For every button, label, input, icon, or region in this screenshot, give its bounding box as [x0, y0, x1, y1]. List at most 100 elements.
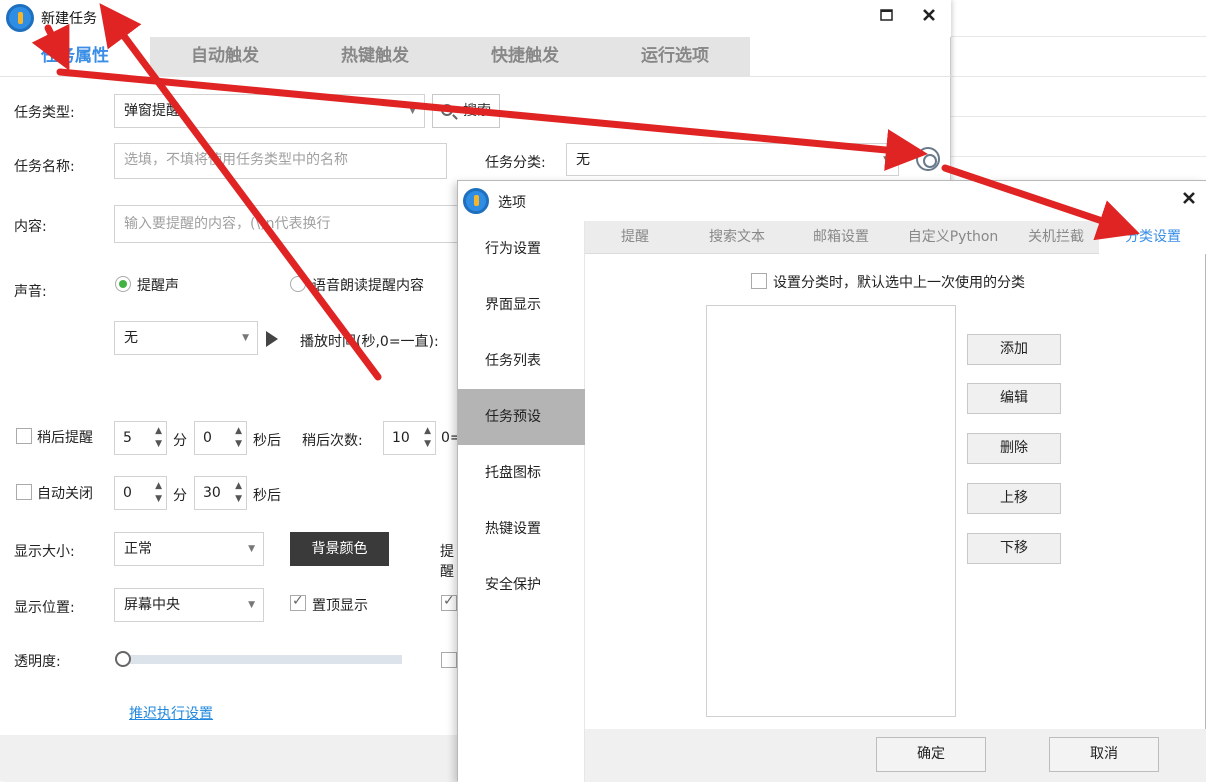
minutes-unit: 分 [173, 433, 187, 449]
display-size-select[interactable]: 正常 ▼ [114, 532, 264, 566]
category-value: 无 [576, 152, 590, 168]
snooze-seconds-stepper[interactable]: 0 ▲ ▼ [194, 421, 247, 455]
options-title: 选项 [498, 195, 526, 211]
stepper-up-icon[interactable]: ▲ [235, 426, 242, 436]
stepper-down-icon[interactable]: ▼ [424, 439, 431, 449]
title-bar: 新建任务 [0, 0, 951, 37]
sidebar-item-behavior[interactable]: 行为设置 [458, 221, 585, 277]
options-title-bar: 选项 [458, 181, 1206, 221]
sidebar-item-security[interactable]: 安全保护 [458, 557, 585, 613]
sidebar-item-task-list[interactable]: 任务列表 [458, 333, 585, 389]
snooze-count-stepper[interactable]: 10 ▲ ▼ [383, 421, 436, 455]
options-dialog: 选项 行为设置 界面显示 任务列表 任务预设 托盘图标 热键设置 安全保护 提醒… [457, 180, 1206, 782]
stepper-up-icon[interactable]: ▲ [235, 481, 242, 491]
stepper-down-icon[interactable]: ▼ [235, 439, 242, 449]
delete-button[interactable]: 删除 [967, 433, 1061, 464]
tab-category-settings[interactable]: 分类设置 [1099, 221, 1206, 254]
autoclose-minutes-stepper[interactable]: 0 ▲ ▼ [114, 476, 167, 510]
category-label: 任务分类: [485, 155, 546, 171]
autoclose-label: 自动关闭 [37, 486, 93, 502]
tab-shutdown-intercept[interactable]: 关机拦截 [1013, 221, 1099, 254]
autoclose-seconds-value: 30 [203, 485, 221, 501]
task-type-select[interactable]: 弹窗提醒 ▼ [114, 94, 425, 128]
remember-category-checkbox[interactable] [751, 273, 767, 289]
window-title: 新建任务 [41, 11, 97, 27]
display-size-label: 显示大小: [14, 544, 75, 560]
options-sidebar: 行为设置 界面显示 任务列表 任务预设 托盘图标 热键设置 安全保护 [458, 221, 585, 782]
snooze-checkbox[interactable] [16, 428, 32, 444]
tab-hotkey-trigger[interactable]: 热键触发 [300, 37, 450, 76]
sound-select[interactable]: 无 ▼ [114, 321, 258, 355]
play-icon[interactable] [266, 331, 278, 347]
search-icon [441, 104, 453, 116]
sound-label: 声音: [14, 284, 47, 300]
display-position-value: 屏幕中央 [124, 597, 180, 613]
tab-search-text[interactable]: 搜索文本 [685, 221, 789, 254]
cancel-button[interactable]: 取消 [1049, 737, 1159, 772]
topmost-label: 置顶显示 [312, 598, 368, 614]
delay-settings-link[interactable]: 推迟执行设置 [129, 703, 213, 723]
sound-option-tts-label: 语音朗读提醒内容 [312, 278, 424, 294]
tab-quick-trigger[interactable]: 快捷触发 [450, 37, 600, 76]
sound-radio-tts[interactable] [290, 276, 306, 292]
snooze-count-label: 稍后次数: [302, 433, 363, 449]
ok-button[interactable]: 确定 [876, 737, 986, 772]
chevron-down-icon: ▼ [248, 600, 255, 610]
autoclose-seconds-stepper[interactable]: 30 ▲ ▼ [194, 476, 247, 510]
opacity-slider[interactable] [115, 651, 402, 667]
sound-radio-beep[interactable] [115, 276, 131, 292]
stepper-up-icon[interactable]: ▲ [155, 481, 162, 491]
maximize-icon[interactable] [878, 8, 896, 26]
snooze-seconds-value: 0 [203, 430, 212, 446]
content-input[interactable]: 输入要提醒的内容，(\)n代表换行 [114, 205, 459, 243]
edit-button[interactable]: 编辑 [967, 383, 1061, 414]
task-name-label: 任务名称: [14, 159, 75, 175]
stepper-down-icon[interactable]: ▼ [235, 494, 242, 504]
topmost-checkbox[interactable] [290, 593, 306, 611]
task-name-input[interactable]: 选填，不填将使用任务类型中的名称 [114, 143, 447, 179]
reminder-label-partial: 提醒 [440, 544, 454, 580]
sidebar-item-hotkey[interactable]: 热键设置 [458, 501, 585, 557]
sound-option-beep-label: 提醒声 [137, 278, 179, 294]
tab-run-options[interactable]: 运行选项 [600, 37, 750, 76]
move-up-button[interactable]: 上移 [967, 483, 1061, 514]
stepper-up-icon[interactable]: ▲ [155, 426, 162, 436]
background-color-button[interactable]: 背景颜色 [290, 532, 389, 566]
app-logo-icon [463, 188, 489, 214]
stepper-up-icon[interactable]: ▲ [424, 426, 431, 436]
snooze-minutes-value: 5 [123, 430, 132, 446]
display-position-select[interactable]: 屏幕中央 ▼ [114, 588, 264, 622]
chevron-down-icon: ▼ [409, 106, 416, 116]
close-icon[interactable] [1180, 191, 1198, 209]
stepper-down-icon[interactable]: ▼ [155, 494, 162, 504]
search-button[interactable]: 搜索 [432, 94, 500, 128]
tab-mail-settings[interactable]: 邮箱设置 [789, 221, 893, 254]
snooze-minutes-stepper[interactable]: 5 ▲ ▼ [114, 421, 167, 455]
tab-divider [0, 76, 951, 77]
gear-icon[interactable] [916, 147, 940, 171]
tab-custom-python[interactable]: 自定义Python [893, 221, 1013, 254]
autoclose-checkbox[interactable] [16, 484, 32, 500]
stepper-down-icon[interactable]: ▼ [155, 439, 162, 449]
content-label: 内容: [14, 219, 47, 235]
close-icon[interactable] [920, 8, 938, 26]
sound-select-value: 无 [124, 330, 138, 346]
tab-task-properties[interactable]: 任务属性 [0, 37, 150, 76]
sidebar-item-task-preset[interactable]: 任务预设 [458, 389, 585, 445]
opacity-label: 透明度: [14, 654, 61, 670]
sidebar-item-tray-icon[interactable]: 托盘图标 [458, 445, 585, 501]
partial-checkbox[interactable] [441, 593, 457, 611]
app-logo-icon [6, 4, 34, 32]
display-size-value: 正常 [124, 541, 152, 557]
move-down-button[interactable]: 下移 [967, 533, 1061, 564]
category-select[interactable]: 无 ▼ [566, 143, 899, 176]
opacity-slider-handle[interactable] [115, 651, 131, 667]
tab-auto-trigger[interactable]: 自动触发 [150, 37, 300, 76]
category-list[interactable] [706, 305, 956, 717]
snooze-label: 稍后提醒 [37, 430, 93, 446]
add-button[interactable]: 添加 [967, 334, 1061, 365]
sidebar-item-display[interactable]: 界面显示 [458, 277, 585, 333]
minutes-unit: 分 [173, 488, 187, 504]
tab-reminder[interactable]: 提醒 [585, 221, 685, 254]
partial-checkbox-2[interactable] [441, 652, 457, 668]
